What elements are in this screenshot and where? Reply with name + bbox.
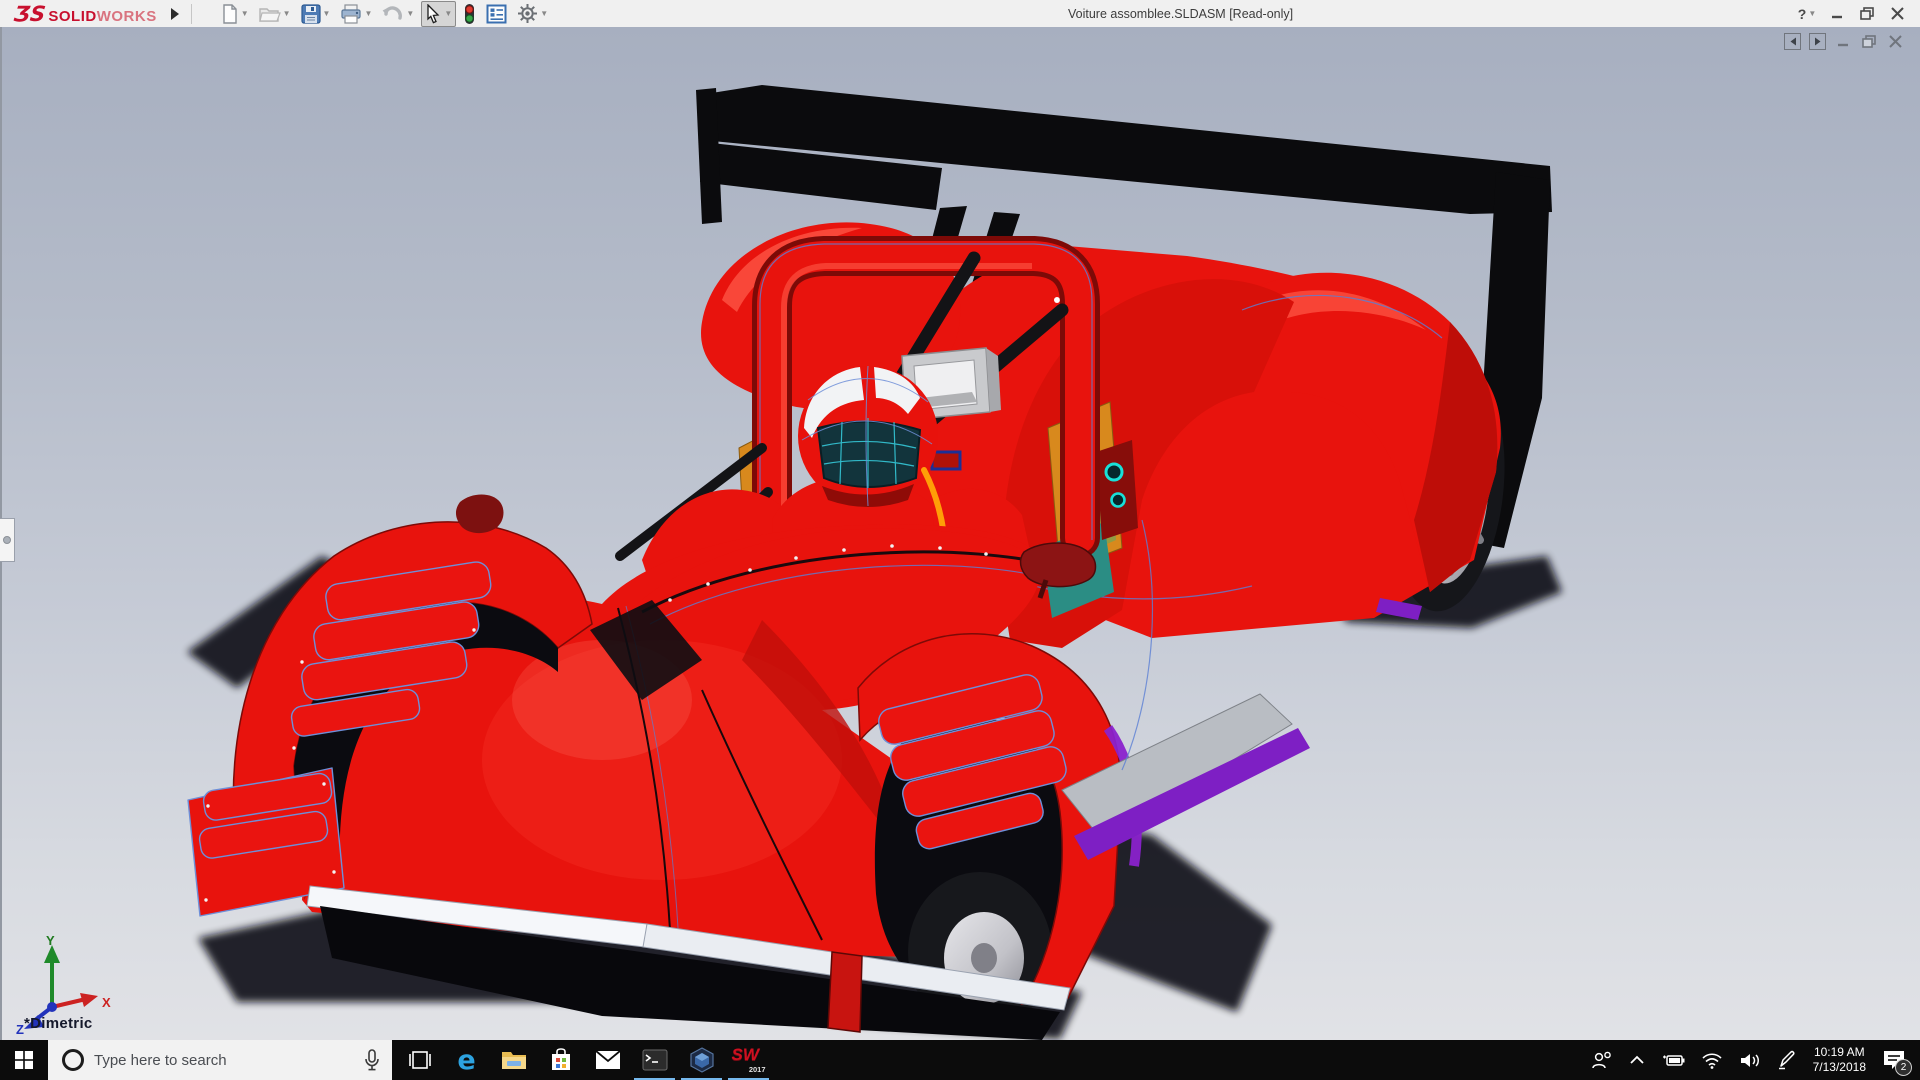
chevron-up-icon (1629, 1055, 1645, 1065)
solidworks-logo: ƷS SOLID WORKS (14, 2, 157, 26)
minimize-button[interactable] (1822, 2, 1852, 26)
driver-helmet[interactable] (798, 366, 938, 507)
battery-button[interactable] (1653, 1040, 1693, 1080)
help-caret-icon: ▼ (1808, 10, 1816, 18)
people-icon (1591, 1051, 1613, 1069)
cortana-icon[interactable] (62, 1049, 84, 1071)
undo-icon (382, 5, 404, 23)
file-explorer-button[interactable] (490, 1040, 537, 1080)
people-button[interactable] (1583, 1040, 1621, 1080)
select-cursor-icon (425, 4, 442, 24)
volume-button[interactable] (1731, 1040, 1769, 1080)
edge-browser-button[interactable]: e (443, 1040, 490, 1080)
display-panes-icon (486, 4, 507, 24)
dropdown-caret-icon[interactable]: ▼ (364, 10, 372, 18)
window-controls: ? ▼ (1792, 0, 1912, 27)
taskbar-search-input[interactable]: Type here to search (48, 1040, 392, 1080)
task-view-button[interactable] (396, 1040, 443, 1080)
view-orientation-label: *Dimetric (24, 1015, 93, 1032)
document-title: Voiture assomblee.SLDASM [Read-only] (1068, 0, 1293, 27)
save-button[interactable]: ▼ (298, 2, 334, 26)
open-button[interactable]: ▼ (256, 2, 294, 26)
taskbar-clock[interactable]: 10:19 AM 7/13/2018 (1805, 1045, 1874, 1075)
mail-button[interactable] (584, 1040, 631, 1080)
close-button[interactable] (1882, 2, 1912, 26)
microsoft-store-icon (549, 1048, 573, 1072)
wifi-icon (1701, 1052, 1723, 1069)
edge-icon: e (457, 1045, 475, 1076)
solidworks-taskbar-button[interactable]: SW 2017 (725, 1040, 772, 1080)
mail-icon (595, 1050, 621, 1070)
options-gear-icon (517, 3, 538, 24)
car-assembly-model[interactable] (2, 27, 1920, 1040)
new-document-icon (221, 4, 239, 24)
windows-taskbar: Type here to search e (0, 1040, 1920, 1080)
3d-viewer-app-button[interactable] (678, 1040, 725, 1080)
help-button[interactable]: ? ▼ (1792, 2, 1822, 26)
print-button[interactable]: ▼ (337, 2, 375, 26)
z-axis-label: Z (16, 1022, 24, 1035)
tray-overflow-button[interactable] (1621, 1040, 1653, 1080)
graphics-area[interactable]: Y X Z *Dimetric (0, 27, 1920, 1040)
solidworks-2017-icon: SW 2017 (732, 1047, 766, 1073)
solidworks-titlebar: ƷS SOLID WORKS ▼ ▼ (0, 0, 1920, 28)
menu-flyout-arrow-icon[interactable] (167, 6, 183, 22)
solidworks-logo-glyph: ƷS (12, 2, 47, 26)
x-axis-arrow-icon (80, 993, 98, 1007)
task-view-icon (408, 1049, 432, 1071)
dropdown-caret-icon[interactable]: ▼ (283, 10, 291, 18)
microphone-icon[interactable] (364, 1049, 380, 1071)
new-document-button[interactable]: ▼ (218, 2, 252, 26)
windows-logo-icon (15, 1051, 33, 1069)
file-explorer-icon (501, 1049, 527, 1071)
display-panes-button[interactable] (483, 2, 510, 26)
start-button[interactable] (0, 1040, 48, 1080)
microsoft-store-button[interactable] (537, 1040, 584, 1080)
logo-word-works: WORKS (97, 8, 157, 25)
search-placeholder: Type here to search (94, 1052, 364, 1069)
system-tray: 10:19 AM 7/13/2018 2 (1583, 1040, 1920, 1080)
volume-icon (1739, 1052, 1761, 1069)
options-button[interactable]: ▼ (514, 2, 551, 26)
print-icon (340, 4, 362, 24)
notification-badge: 2 (1895, 1059, 1912, 1076)
clock-date: 7/13/2018 (1813, 1060, 1866, 1075)
rebuild-stoplight-button[interactable] (460, 2, 479, 26)
taskbar-app-icons: e (396, 1040, 772, 1080)
save-icon (301, 4, 321, 24)
x-axis-label: X (102, 995, 111, 1010)
dropdown-caret-icon[interactable]: ▼ (444, 10, 452, 18)
logo-word-solid: SOLID (48, 8, 96, 25)
open-icon (259, 5, 281, 23)
toolbar-separator (191, 4, 192, 24)
dropdown-caret-icon[interactable]: ▼ (540, 10, 548, 18)
desktop: ƷS SOLID WORKS ▼ ▼ (0, 0, 1920, 1080)
command-prompt-icon (642, 1049, 668, 1071)
dropdown-caret-icon[interactable]: ▼ (406, 10, 414, 18)
battery-icon (1661, 1053, 1685, 1067)
command-prompt-button[interactable] (631, 1040, 678, 1080)
quick-access-toolbar: ▼ ▼ ▼ (218, 1, 555, 27)
dropdown-caret-icon[interactable]: ▼ (241, 10, 249, 18)
clock-time: 10:19 AM (1813, 1045, 1866, 1060)
dropdown-caret-icon[interactable]: ▼ (323, 10, 331, 18)
3d-viewer-icon (689, 1047, 715, 1073)
pen-icon (1777, 1050, 1797, 1070)
action-center-button[interactable]: 2 (1874, 1040, 1920, 1080)
undo-button[interactable]: ▼ (379, 2, 417, 26)
rebuild-stoplight-icon (463, 3, 476, 25)
pen-button[interactable] (1769, 1040, 1805, 1080)
select-tool-button[interactable]: ▼ (421, 1, 456, 27)
y-axis-label: Y (46, 935, 55, 948)
network-button[interactable] (1693, 1040, 1731, 1080)
restore-button[interactable] (1852, 2, 1882, 26)
